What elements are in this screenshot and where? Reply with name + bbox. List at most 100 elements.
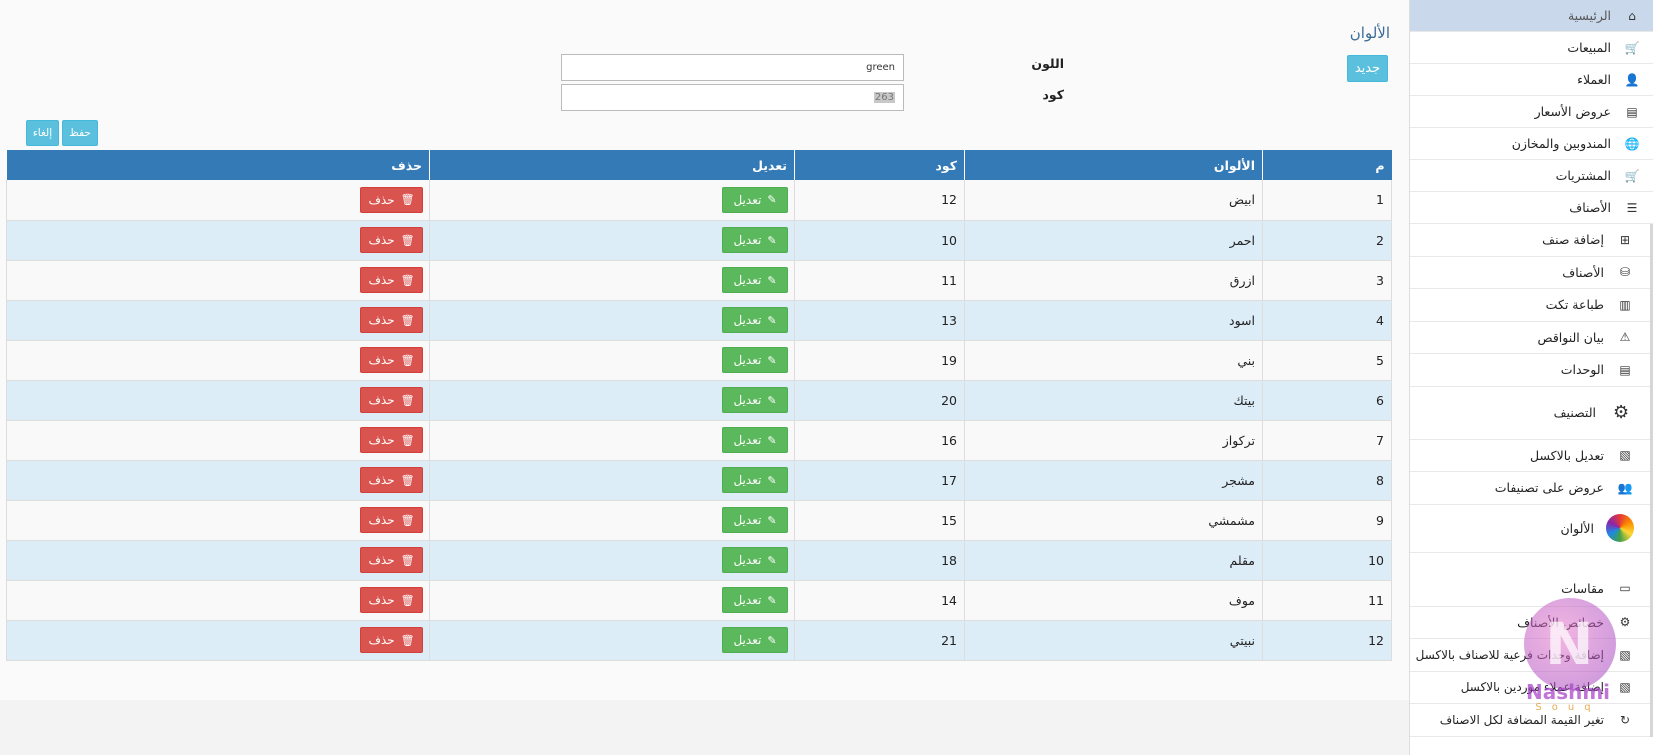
cell-delete: 🗑 حذف	[6, 260, 430, 301]
code-input[interactable]: 263	[561, 84, 904, 111]
sidebar-subitem-1[interactable]: ⛁ الأصناف	[1410, 256, 1650, 289]
sidebar-item-globe[interactable]: 🌐 المندوبين والمخازن	[1410, 128, 1653, 160]
delete-button[interactable]: 🗑 حذف	[360, 427, 423, 453]
table-row: 1 ابيض 12 ✎ تعديل 🗑 حذف	[6, 180, 1392, 221]
trash-icon: 🗑	[400, 353, 415, 367]
pencil-icon: ✎	[767, 593, 777, 607]
sidebar-subitem-0[interactable]: ⊞ إضافة صنف	[1410, 224, 1650, 257]
sidebar-subitem-10[interactable]: ⚙ خصائص الأصناف	[1410, 606, 1650, 639]
delete-button[interactable]: 🗑 حذف	[360, 186, 423, 213]
cell-index: 10	[1262, 540, 1392, 581]
table-header-row: م الألوان كود تعديل حذف	[6, 150, 1392, 180]
pencil-icon: ✎	[767, 633, 777, 647]
cell-delete: 🗑 حذف	[6, 500, 430, 541]
sidebar-item-list-alt[interactable]: ▤ عروض الأسعار	[1410, 96, 1653, 128]
trash-icon: 🗑	[400, 273, 415, 287]
edit-button[interactable]: ✎ تعديل	[722, 627, 788, 653]
users-icon: 👥	[1617, 480, 1633, 495]
delete-button-label: حذف	[368, 233, 395, 247]
delete-button-label: حذف	[368, 313, 395, 327]
sidebar-subitem-3[interactable]: ⚠ بيان النواقص	[1410, 321, 1650, 354]
sidebar-item-home[interactable]: ⌂ الرئيسية	[1410, 0, 1653, 32]
cell-color-name: بيتك	[964, 380, 1263, 421]
sidebar-subitem-11[interactable]: ▧ إضافة وحدات فرعية للاصناف بالاكسل	[1410, 639, 1650, 672]
cancel-button[interactable]: إلغاء	[26, 120, 59, 146]
color-label: اللون	[1031, 56, 1064, 71]
delete-button[interactable]: 🗑 حذف	[360, 387, 423, 413]
sidebar-subitem-9[interactable]: ▭ مقاسات	[1410, 552, 1650, 607]
cell-color-name: ابيض	[964, 180, 1263, 221]
cell-color-name: بني	[964, 340, 1263, 381]
cell-code: 18	[794, 540, 965, 581]
sidebar-subitem-5[interactable]: ⚙ التصنيف	[1410, 386, 1650, 440]
pencil-icon: ✎	[767, 273, 777, 287]
delete-button[interactable]: 🗑 حذف	[360, 227, 423, 253]
edit-button[interactable]: ✎ تعديل	[722, 547, 788, 573]
delete-button-label: حذف	[368, 273, 395, 287]
save-button[interactable]: حفظ	[62, 120, 98, 146]
delete-button-label: حذف	[368, 473, 395, 487]
edit-button[interactable]: ✎ تعديل	[722, 267, 788, 293]
cell-delete: 🗑 حذف	[6, 380, 430, 421]
sidebar-subitem-7[interactable]: 👥 عروض على تصنيفات	[1410, 472, 1650, 505]
warning-icon: ⚠	[1619, 330, 1631, 345]
excel-file-icon: ▧	[1619, 448, 1631, 463]
delete-button[interactable]: 🗑 حذف	[360, 347, 423, 373]
cell-code: 11	[794, 260, 965, 301]
cell-edit: ✎ تعديل	[429, 460, 795, 501]
sidebar-subitem-12[interactable]: ▧ إضافة عملاء موردين بالاكسل	[1410, 671, 1650, 704]
cell-color-name: مشجر	[964, 460, 1263, 501]
sidebar-item-cart-download[interactable]: 🛒 المشتريات	[1410, 160, 1653, 192]
edit-button[interactable]: ✎ تعديل	[722, 347, 788, 373]
cell-color-name: مشمشي	[964, 500, 1263, 541]
trash-icon: 🗑	[400, 313, 415, 327]
table-row: 9 مشمشي 15 ✎ تعديل 🗑 حذف	[6, 500, 1392, 541]
delete-button[interactable]: 🗑 حذف	[360, 627, 423, 653]
edit-button[interactable]: ✎ تعديل	[722, 427, 788, 453]
edit-button-label: تعديل	[733, 273, 762, 287]
edit-button-label: تعديل	[733, 513, 762, 527]
cell-index: 12	[1262, 620, 1392, 661]
color-input[interactable]	[561, 54, 904, 81]
delete-button[interactable]: 🗑 حذف	[360, 547, 423, 573]
edit-button[interactable]: ✎ تعديل	[722, 227, 788, 253]
pencil-icon: ✎	[767, 353, 777, 367]
cell-edit: ✎ تعديل	[429, 540, 795, 581]
delete-button[interactable]: 🗑 حذف	[360, 267, 423, 293]
delete-button[interactable]: 🗑 حذف	[360, 507, 423, 533]
sidebar-subitem-4[interactable]: ▤ الوحدات	[1410, 354, 1650, 387]
sidebar-subitem-13[interactable]: ↻ تغير القيمة المضافة لكل الاصناف	[1410, 704, 1650, 737]
sidebar-item-label: الرئيسية	[1567, 8, 1611, 23]
sidebar-item-list[interactable]: ☰ الأصناف	[1410, 192, 1653, 224]
delete-button[interactable]: 🗑 حذف	[360, 307, 423, 333]
table-row: 4 اسود 13 ✎ تعديل 🗑 حذف	[6, 300, 1392, 341]
cell-edit: ✎ تعديل	[429, 220, 795, 261]
table-row: 2 احمر 10 ✎ تعديل 🗑 حذف	[6, 220, 1392, 261]
table-row: 7 تركواز 16 ✎ تعديل 🗑 حذف	[6, 420, 1392, 461]
delete-button[interactable]: 🗑 حذف	[360, 587, 423, 613]
sidebar-subitem-6[interactable]: ▧ تعديل بالاكسل	[1410, 439, 1650, 472]
sidebar-item-cart[interactable]: 🛒 المبيعات	[1410, 32, 1653, 64]
sidebar-subitem-8[interactable]: الألوان	[1410, 504, 1650, 553]
edit-button[interactable]: ✎ تعديل	[722, 387, 788, 413]
new-button[interactable]: جديد	[1347, 55, 1388, 82]
sidebar-item-user[interactable]: 👤 العملاء	[1410, 64, 1653, 96]
edit-button[interactable]: ✎ تعديل	[722, 186, 788, 213]
sidebar-subitem-label: تغير القيمة المضافة لكل الاصناف	[1439, 712, 1604, 727]
edit-button[interactable]: ✎ تعديل	[722, 467, 788, 493]
header-code: كود	[794, 150, 965, 180]
edit-button[interactable]: ✎ تعديل	[722, 587, 788, 613]
code-value: 263	[873, 92, 895, 103]
cell-edit: ✎ تعديل	[429, 300, 795, 341]
delete-button[interactable]: 🗑 حذف	[360, 467, 423, 493]
sidebar-subitem-2[interactable]: ▥ طباعة تكت	[1410, 289, 1650, 322]
cell-index: 11	[1262, 580, 1392, 621]
home-icon: ⌂	[1628, 8, 1636, 23]
header-color: الألوان	[964, 150, 1263, 180]
edit-button[interactable]: ✎ تعديل	[722, 307, 788, 333]
edit-button-label: تعديل	[733, 353, 762, 367]
cell-edit: ✎ تعديل	[429, 380, 795, 421]
edit-button[interactable]: ✎ تعديل	[722, 507, 788, 533]
barcode-icon: ▥	[1619, 297, 1631, 312]
ruler-icon: ▭	[1619, 581, 1631, 595]
